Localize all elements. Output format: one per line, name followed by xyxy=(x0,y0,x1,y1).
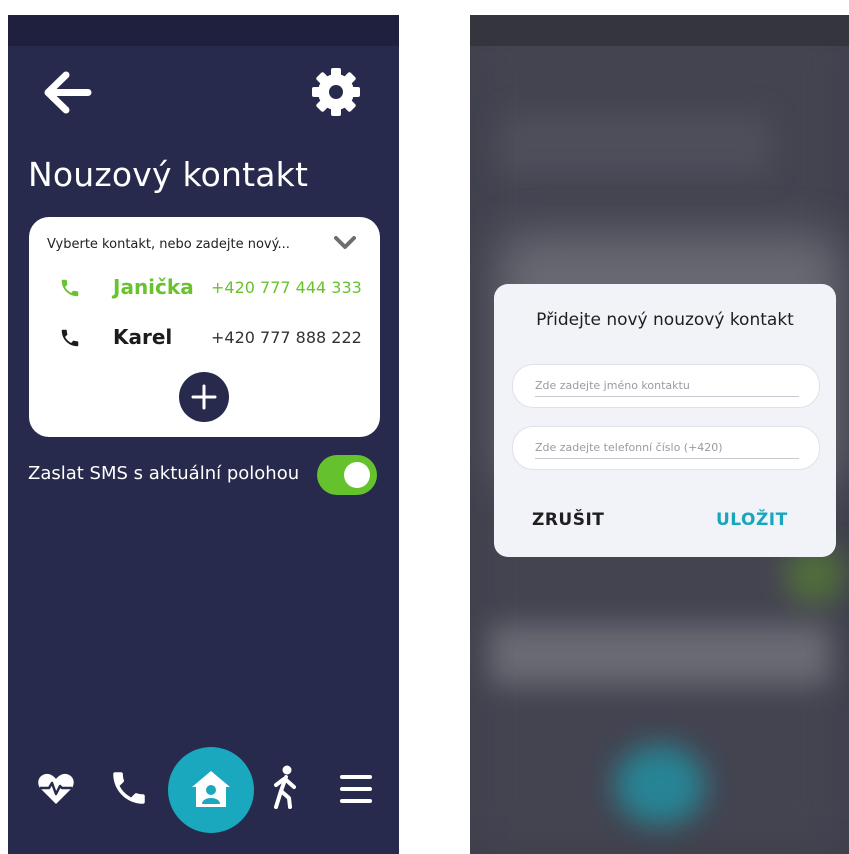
menu-icon[interactable] xyxy=(338,771,374,807)
contact-item[interactable]: Janička +420 777 444 333 xyxy=(29,273,380,303)
add-contact-dialog: Přidejte nový nouzový kontakt ZRUŠIT ULO… xyxy=(494,284,836,557)
contact-name: Janička xyxy=(113,275,194,299)
contact-item[interactable]: Karel +420 777 888 222 xyxy=(29,323,380,353)
page-title: Nouzový kontakt xyxy=(28,155,309,194)
save-button[interactable]: ULOŽIT xyxy=(716,510,788,530)
contact-name-input[interactable] xyxy=(535,374,799,397)
dialog-title: Přidejte nový nouzový kontakt xyxy=(536,310,794,330)
sms-option-label: Zaslat SMS s aktuální polohou xyxy=(28,463,300,484)
heart-pulse-icon[interactable] xyxy=(36,769,76,809)
contact-phone-input[interactable] xyxy=(535,436,799,459)
sms-location-toggle[interactable] xyxy=(317,455,377,495)
walking-person-icon[interactable] xyxy=(270,765,300,809)
contact-phone: +420 777 888 222 xyxy=(211,328,362,347)
back-arrow-icon[interactable] xyxy=(44,70,94,115)
phone-icon[interactable] xyxy=(108,767,150,809)
bottom-nav xyxy=(8,745,399,835)
dialog-screen: Přidejte nový nouzový kontakt ZRUŠIT ULO… xyxy=(470,15,849,854)
status-bar xyxy=(470,15,849,46)
cancel-button[interactable]: ZRUŠIT xyxy=(532,510,604,530)
contact-name-field xyxy=(512,364,820,408)
toggle-knob xyxy=(344,462,370,488)
main-screen: Nouzový kontakt Vyberte kontakt, nebo za… xyxy=(8,15,399,854)
home-user-icon xyxy=(192,771,230,807)
chevron-down-icon[interactable] xyxy=(334,235,356,249)
phone-icon xyxy=(59,277,81,299)
contact-name: Karel xyxy=(113,325,173,349)
plus-icon xyxy=(191,384,217,410)
home-user-button[interactable] xyxy=(168,747,254,833)
contact-phone: +420 777 444 333 xyxy=(211,278,362,297)
add-contact-button[interactable] xyxy=(179,372,229,422)
phone-icon xyxy=(59,327,81,349)
settings-gear-icon[interactable] xyxy=(308,67,364,117)
status-bar xyxy=(8,15,399,46)
contact-phone-field xyxy=(512,426,820,470)
contact-card: Vyberte kontakt, nebo zadejte nový... Ja… xyxy=(29,217,380,437)
contact-select-placeholder[interactable]: Vyberte kontakt, nebo zadejte nový... xyxy=(47,237,290,252)
